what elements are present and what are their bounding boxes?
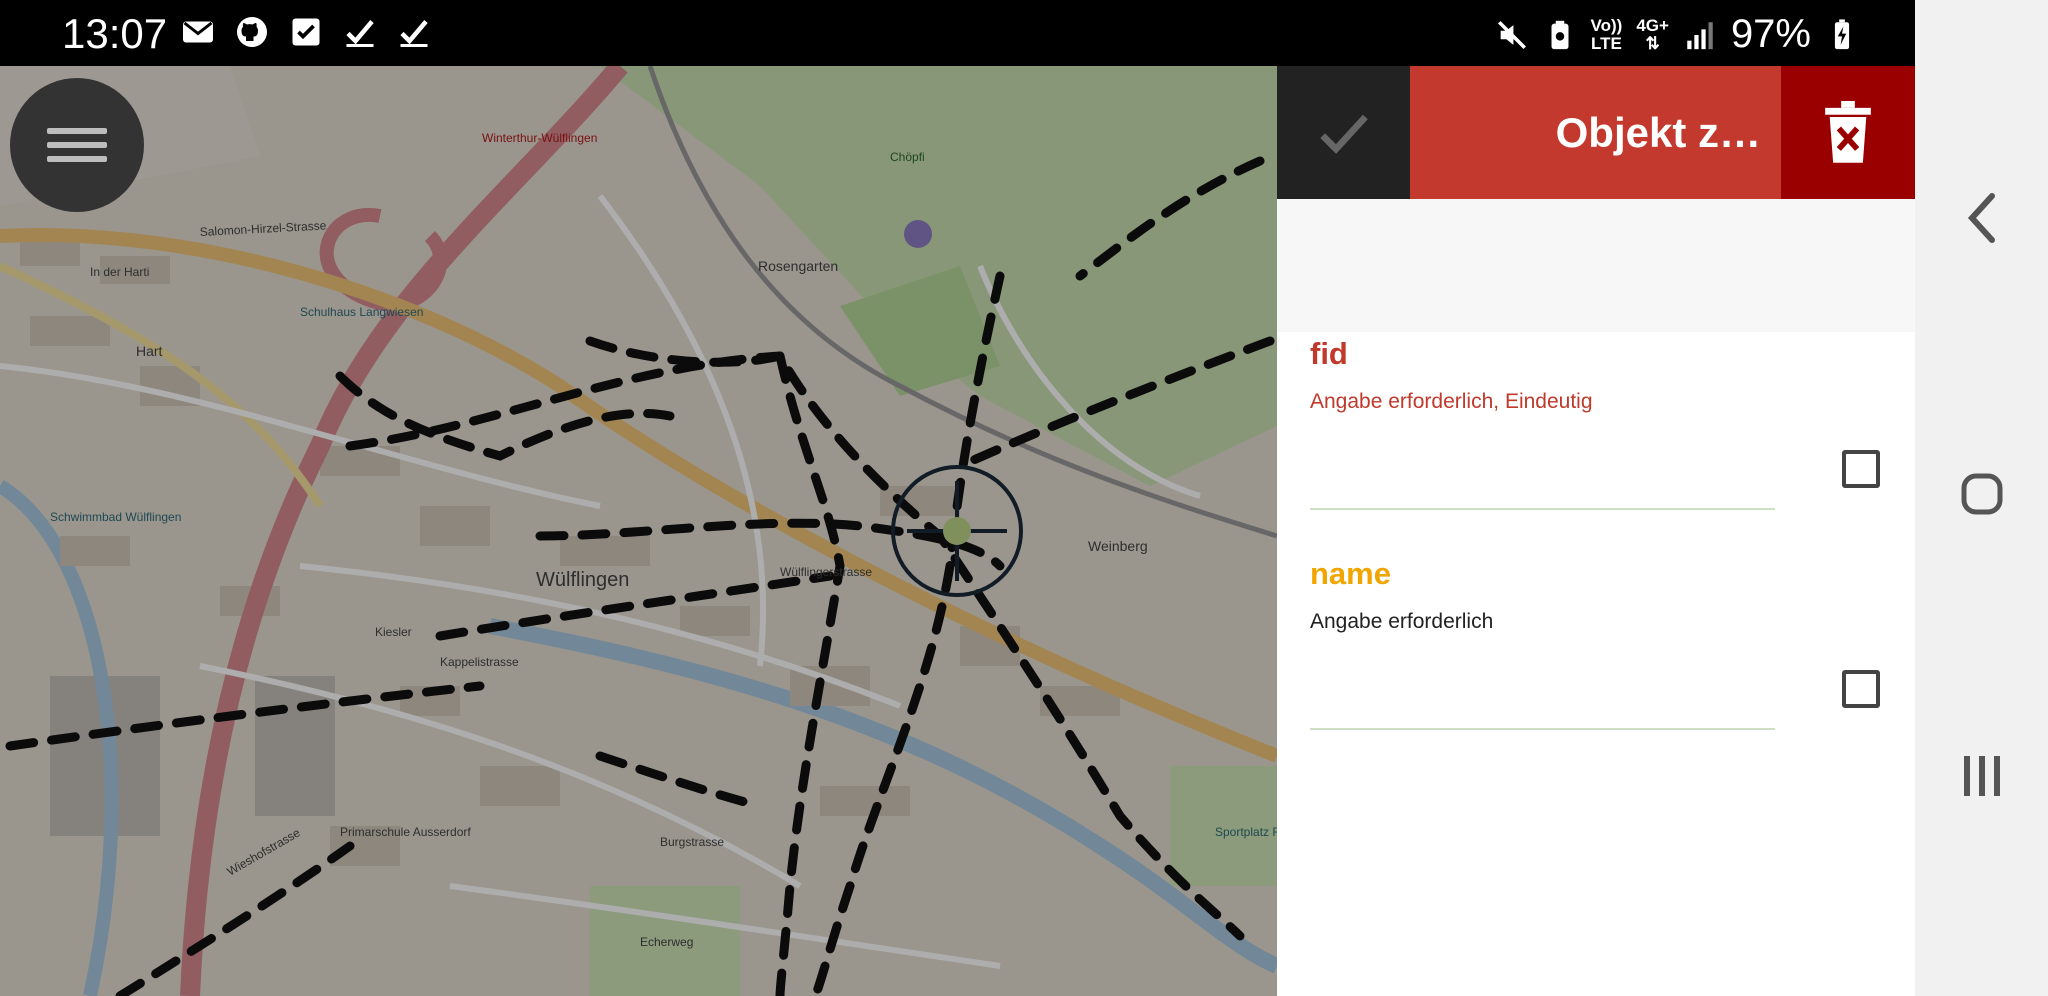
battery-percent: 97% [1730, 12, 1811, 56]
checkbox-icon [292, 18, 320, 46]
fid-checkbox[interactable] [1842, 450, 1880, 488]
back-icon [1967, 193, 1995, 243]
field-label: name [1310, 556, 1391, 591]
name-input[interactable] [1310, 728, 1775, 730]
attribute-panel: Objekt z… fid Angabe erforderlich, Einde… [1277, 66, 1915, 996]
check-icon [346, 20, 374, 47]
home-button[interactable] [1915, 470, 2048, 518]
panel-spacer [1277, 199, 1915, 332]
fid-input[interactable] [1310, 508, 1775, 510]
confirm-button[interactable] [1277, 66, 1410, 199]
map-view[interactable]: Winterthur-Wülflingen Wülflingen Rosenga… [0, 66, 1277, 996]
field-label: fid [1310, 336, 1348, 371]
field-hint: Angabe erforderlich [1310, 610, 1494, 633]
panel-title: Objekt z… [1410, 66, 1781, 199]
volte-indicator: Vo)) LTE [1590, 15, 1623, 53]
home-icon [1961, 473, 2002, 515]
system-icons: Vo)) LTE 4G+ ⇅ 97% [1495, 12, 1859, 57]
volte-top: Vo)) [1590, 15, 1623, 35]
github-icon [237, 17, 267, 47]
delete-button[interactable] [1781, 66, 1915, 199]
status-bar: 13:07 Vo)) LTE 4G+ ⇅ 97% [0, 0, 1915, 66]
recents-icon [1963, 756, 2000, 796]
back-button[interactable] [1915, 190, 2048, 246]
map-overlay [0, 66, 1277, 996]
mute-icon [1497, 20, 1526, 49]
menu-button[interactable] [10, 78, 144, 212]
volte-bottom: LTE [1591, 33, 1622, 53]
hamburger-icon [47, 120, 107, 170]
field-fid: fid Angabe erforderlich, Eindeutig [1310, 336, 1890, 510]
navigation-bar [1915, 0, 2048, 996]
trash-icon [1825, 100, 1871, 163]
status-time: 13:07 [62, 10, 168, 57]
network-gen: 4G+ [1636, 15, 1669, 35]
battery-charging-icon [1834, 18, 1850, 49]
notification-icons [180, 14, 432, 50]
network-indicator: 4G+ ⇅ [1636, 15, 1669, 53]
check-icon [1319, 114, 1368, 154]
battery-saver-icon [1551, 20, 1569, 49]
field-hint: Angabe erforderlich, Eindeutig [1310, 390, 1593, 413]
recents-button[interactable] [1915, 752, 2048, 800]
check-icon [400, 20, 428, 47]
panel-header: Objekt z… [1277, 66, 1915, 199]
field-name: name Angabe erforderlich [1310, 556, 1890, 730]
mail-icon [183, 21, 213, 43]
signal-icon [1687, 21, 1713, 49]
name-checkbox[interactable] [1842, 670, 1880, 708]
